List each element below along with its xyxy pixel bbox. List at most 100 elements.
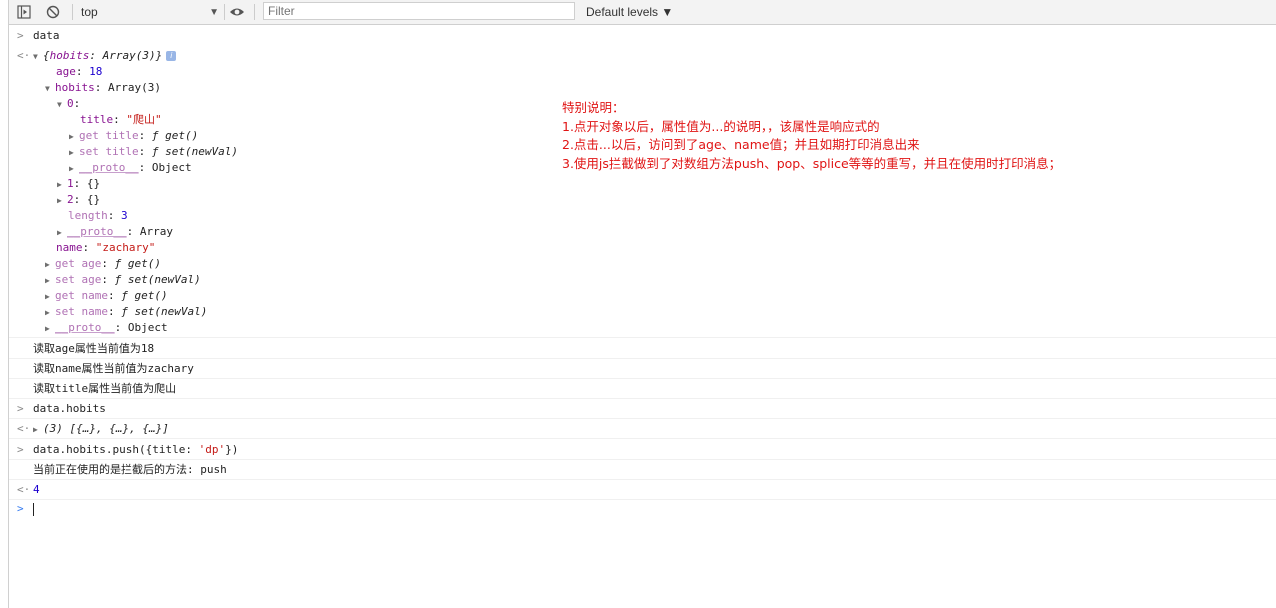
function-icon: ƒ	[114, 273, 122, 286]
prop-name: name: "zachary"	[56, 241, 156, 254]
setter-age[interactable]: ▶ set age: ƒ set(newVal)	[9, 272, 1276, 288]
annotation-line: 3.使用js拦截做到了对数组方法push、pop、splice等等的重写，并且在…	[562, 155, 1062, 171]
prop-key: 0	[67, 97, 74, 110]
collapsed-triangle-icon[interactable]: ▶	[69, 161, 79, 177]
collapsed-triangle-icon[interactable]: ▶	[57, 193, 67, 209]
filter-input[interactable]	[263, 2, 575, 20]
result-text: (3) [{…}, {…}, {…}]	[43, 422, 169, 435]
prop-value: Object	[151, 161, 192, 174]
prop-key: 1	[67, 177, 74, 190]
collapsed-triangle-icon[interactable]: ▶	[45, 273, 55, 289]
log-text: 读取name属性当前值为zachary	[33, 362, 194, 375]
annotation-line: 2.点击...以后，访问到了age、name值；并且如期打印消息出来	[562, 137, 920, 152]
log-text: 当前正在使用的是拦截后的方法: push	[33, 463, 227, 476]
log-levels-dropdown[interactable]: Default levels ▼	[586, 0, 673, 24]
collapsed-triangle-icon[interactable]: ▶	[45, 321, 55, 337]
object-preview-row[interactable]: <· ▼ {hobits: Array(3)} i	[9, 48, 1276, 64]
array-result-row[interactable]: <· ▶ (3) [{…}, {…}, {…}]	[9, 419, 1276, 439]
text-cursor	[33, 502, 34, 516]
console-input-line: > data.hobits.push({title: 'dp'})	[9, 440, 1276, 460]
prop-key: name	[56, 241, 83, 254]
console-input-text: data.hobits	[33, 402, 106, 415]
collapsed-triangle-icon[interactable]: ▶	[45, 289, 55, 305]
proto-array[interactable]: ▶ __proto__: Array	[9, 224, 1276, 240]
prop-key: __proto__	[55, 321, 115, 334]
eye-icon[interactable]	[229, 0, 245, 24]
expanded-triangle-icon[interactable]: ▼	[45, 81, 55, 97]
prop-value: 18	[89, 65, 103, 78]
collapsed-triangle-icon[interactable]: ▶	[69, 145, 79, 161]
log-message: 读取title属性当前值为爬山	[9, 379, 1276, 399]
preview-value: Array(3)	[102, 49, 156, 62]
prop-key: get age	[55, 257, 102, 270]
prop-key: 2	[67, 193, 74, 206]
function-icon: ƒ	[151, 145, 159, 158]
number-result-row: <· 4	[9, 480, 1276, 500]
prop-value: {}	[86, 193, 101, 206]
prop-key: __proto__	[67, 225, 127, 238]
prop-value: 3	[121, 209, 128, 222]
prop-key: __proto__	[79, 161, 139, 174]
function-icon: ƒ	[114, 257, 122, 270]
prop-key: age	[56, 65, 76, 78]
prop-value: set(newVal)	[134, 305, 208, 318]
prop-key: set age	[55, 273, 102, 286]
console-input-line: > data.hobits	[9, 399, 1276, 419]
prop-key: hobits	[55, 81, 95, 94]
proto-object[interactable]: ▶ __proto__: Object	[9, 320, 1276, 338]
devtools-console-panel: top ▼ Default levels ▼ > data <· ▼{hobit…	[8, 0, 1276, 608]
console-input-text: })	[225, 443, 239, 456]
prop-key: set title	[79, 145, 139, 158]
context-selector[interactable]: top ▼	[81, 0, 219, 24]
prop-key: length	[68, 209, 108, 222]
console-prompt[interactable]: >	[9, 500, 1276, 518]
annotation-note: 特别说明： 1.点开对象以后，属性值为...的说明，，该属性是响应式的 2.点击…	[562, 99, 1061, 173]
annotation-line: 1.点开对象以后，属性值为...的说明，，该属性是响应式的	[562, 118, 880, 134]
setter-name[interactable]: ▶ set name: ƒ set(newVal)	[9, 304, 1276, 320]
prop-value: get()	[134, 289, 168, 302]
console-toolbar: top ▼ Default levels ▼	[9, 0, 1276, 25]
prop-key: get title	[79, 129, 139, 142]
collapsed-triangle-icon[interactable]: ▶	[45, 305, 55, 321]
info-icon[interactable]: i	[166, 51, 177, 61]
console-input-text: data.hobits.push({title:	[33, 443, 199, 456]
prop-value: Object	[127, 321, 168, 334]
prop-key: title	[80, 113, 114, 126]
getter-name[interactable]: ▶ get name: ƒ get()	[9, 288, 1276, 304]
prop-hobits[interactable]: ▼ hobits: Array(3)	[9, 80, 1276, 96]
console-input-string: 'dp'	[198, 443, 226, 456]
clear-console-icon[interactable]	[46, 0, 60, 24]
prop-hobits-1[interactable]: ▶ 1: {}	[9, 176, 1276, 192]
prompt-chevron-icon: >	[17, 443, 24, 456]
result-text: 4	[33, 483, 40, 496]
collapsed-triangle-icon[interactable]: ▶	[57, 225, 67, 241]
toolbar-divider	[224, 4, 225, 20]
log-message: 读取name属性当前值为zachary	[9, 359, 1276, 379]
log-message: 读取age属性当前值为18	[9, 339, 1276, 359]
expanded-triangle-icon[interactable]: ▼	[57, 97, 67, 113]
collapsed-triangle-icon[interactable]: ▶	[45, 257, 55, 273]
prop-hobits-2[interactable]: ▶ 2: {}	[9, 192, 1276, 208]
result-arrow-icon: <·	[17, 49, 31, 62]
chevron-down-icon: ▼	[209, 6, 219, 18]
log-text: 读取age属性当前值为18	[33, 342, 155, 355]
log-text: 读取title属性当前值为爬山	[33, 382, 177, 395]
console-input-text: data	[33, 29, 60, 42]
collapsed-triangle-icon[interactable]: ▶	[57, 177, 67, 193]
result-arrow-icon: <·	[17, 483, 31, 496]
show-sidebar-icon[interactable]	[17, 0, 31, 24]
prop-value: get()	[127, 257, 161, 270]
prop-value: Array	[139, 225, 173, 238]
prop-key: set name	[55, 305, 108, 318]
collapsed-triangle-icon[interactable]: ▶	[69, 129, 79, 145]
collapsed-triangle-icon[interactable]: ▶	[33, 420, 43, 439]
toolbar-divider	[72, 4, 73, 20]
expanded-triangle-icon[interactable]: ▼	[33, 49, 43, 65]
getter-age[interactable]: ▶ get age: ƒ get()	[9, 256, 1276, 272]
prompt-chevron-icon: >	[17, 29, 24, 42]
prop-value: Array(3)	[108, 81, 161, 94]
context-label: top	[81, 5, 98, 19]
prompt-chevron-icon: >	[17, 502, 24, 515]
prop-value: set(newVal)	[127, 273, 201, 286]
prop-value: {}	[86, 177, 101, 190]
